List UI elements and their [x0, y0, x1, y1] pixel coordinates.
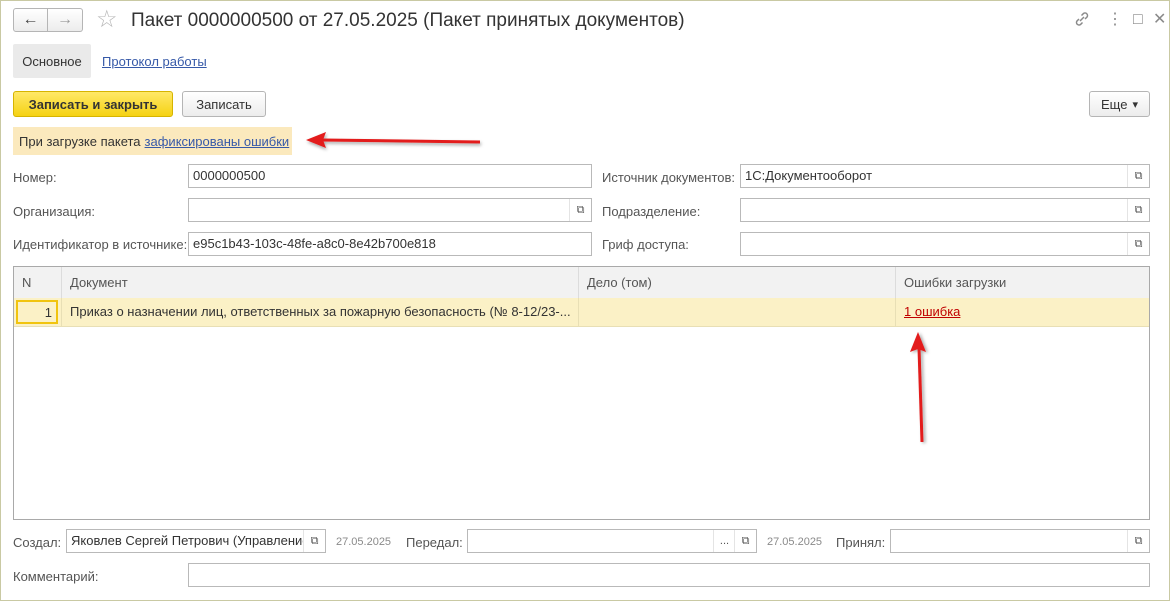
open-icon[interactable]: ⧉ — [569, 199, 591, 221]
passed-field[interactable]: ... ⧉ — [467, 529, 757, 553]
row-number-cell[interactable]: 1 — [16, 300, 58, 324]
row-document-cell[interactable]: Приказ о назначении лиц, ответственных з… — [61, 298, 578, 326]
documents-table[interactable]: N Документ Дело (том) Ошибки загрузки 1 … — [13, 266, 1150, 520]
maximize-icon[interactable]: □ — [1133, 10, 1143, 30]
close-icon[interactable]: ✕ — [1153, 10, 1166, 30]
passed-date: 27.05.2025 — [767, 536, 823, 548]
table-row[interactable]: 1 Приказ о назначении лиц, ответственных… — [14, 298, 1149, 327]
created-date: 27.05.2025 — [336, 536, 392, 548]
column-header-errors[interactable]: Ошибки загрузки — [895, 267, 1149, 298]
annotation-arrow-left — [306, 132, 481, 148]
row-case-cell[interactable] — [578, 298, 895, 326]
source-id-field[interactable]: e95c1b43-103c-48fe-a8c0-8e42b700e818 — [188, 232, 592, 256]
open-icon[interactable]: ⧉ — [1127, 165, 1149, 187]
save-button[interactable]: Записать — [182, 91, 266, 117]
source-id-label: Идентификатор в источнике: — [13, 237, 188, 252]
open-icon[interactable]: ⧉ — [303, 530, 325, 552]
open-icon[interactable]: ⧉ — [1127, 199, 1149, 221]
created-field[interactable]: Яковлев Сергей Петрович (Управление ⧉ — [66, 529, 326, 553]
accepted-field[interactable]: ⧉ — [890, 529, 1150, 553]
department-label: Подразделение: — [602, 204, 701, 219]
comment-label: Комментарий: — [13, 569, 99, 584]
open-icon[interactable]: ⧉ — [1127, 233, 1149, 255]
access-label: Гриф доступа: — [602, 237, 689, 252]
error-notice: При загрузке пакета зафиксированы ошибки — [13, 127, 292, 155]
passed-label: Передал: — [406, 535, 463, 550]
ellipsis-icon[interactable]: ... — [713, 530, 735, 552]
more-label: Еще — [1101, 96, 1128, 112]
tab-main[interactable]: Основное — [13, 44, 91, 78]
table-header: N Документ Дело (том) Ошибки загрузки — [14, 267, 1149, 299]
tab-main-label: Основное — [22, 53, 82, 69]
department-field[interactable]: ⧉ — [740, 198, 1150, 222]
arrow-right-icon: → — [57, 11, 73, 28]
column-header-n[interactable]: N — [14, 267, 61, 298]
more-button[interactable]: Еще ▾ — [1089, 91, 1150, 117]
row-errors-cell[interactable]: 1 ошибка — [895, 298, 1149, 326]
open-icon[interactable]: ⧉ — [1127, 530, 1149, 552]
column-header-document[interactable]: Документ — [61, 267, 578, 298]
column-header-case[interactable]: Дело (том) — [578, 267, 895, 298]
doc-source-label: Источник документов: — [602, 170, 736, 185]
access-field[interactable]: ⧉ — [740, 232, 1150, 256]
annotation-arrow-up — [910, 332, 926, 443]
forward-button[interactable]: → — [48, 8, 83, 32]
created-label: Создал: — [13, 535, 62, 550]
favorite-star-icon[interactable]: ☆ — [96, 8, 118, 32]
organization-label: Организация: — [13, 204, 96, 219]
arrow-left-icon: ← — [22, 11, 39, 28]
page-title: Пакет 0000000500 от 27.05.2025 (Пакет пр… — [131, 10, 685, 31]
link-icon[interactable] — [1073, 10, 1091, 34]
open-icon[interactable]: ⧉ — [734, 530, 756, 552]
number-label: Номер: — [13, 170, 57, 185]
doc-source-field[interactable]: 1С:Документооборот ⧉ — [740, 164, 1150, 188]
save-and-close-button[interactable]: Записать и закрыть — [13, 91, 173, 117]
notice-errors-link[interactable]: зафиксированы ошибки — [145, 134, 290, 149]
notice-text: При загрузке пакета — [19, 133, 141, 149]
errors-link[interactable]: 1 ошибка — [904, 304, 960, 319]
doc-source-value: 1С:Документооборот — [745, 168, 873, 183]
more-vertical-icon[interactable]: ⋮ — [1107, 10, 1123, 30]
tab-protocol[interactable]: Протокол работы — [102, 54, 207, 69]
number-field[interactable]: 0000000500 — [188, 164, 592, 188]
comment-field[interactable] — [188, 563, 1150, 587]
accepted-label: Принял: — [836, 535, 886, 550]
created-value: Яковлев Сергей Петрович (Управление — [71, 533, 310, 548]
back-button[interactable]: ← — [13, 8, 48, 32]
chevron-down-icon: ▾ — [1132, 98, 1138, 111]
organization-field[interactable]: ⧉ — [188, 198, 592, 222]
